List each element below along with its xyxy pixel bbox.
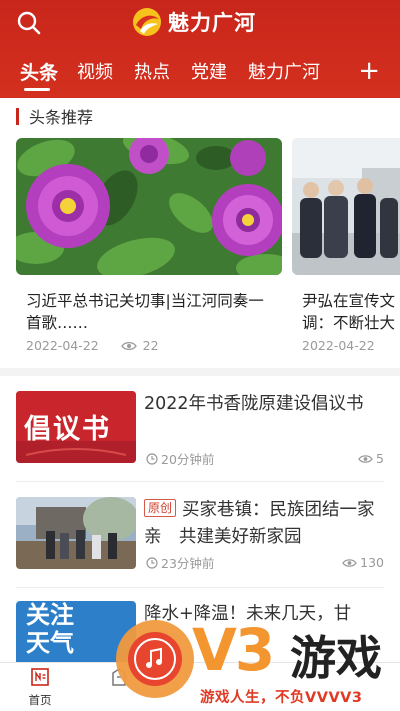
app-header: 魅力广河 头条 视频 热点 党建 魅力广河 + (0, 0, 400, 98)
section-accent-bar (16, 107, 19, 125)
carousel-card-meta: 2022-04-22 (302, 338, 375, 353)
tab-headlines[interactable]: 头条 (20, 58, 58, 85)
nav-home-label: 首页 (28, 693, 52, 707)
logo-icon (133, 8, 161, 36)
clock-icon (146, 556, 158, 569)
tab-hot[interactable]: 热点 (134, 58, 170, 84)
news-title-text: 买家巷镇：民族团结一家亲 共建美好新家园 (144, 500, 375, 547)
eye-icon (358, 454, 373, 463)
news-views: 5 (358, 451, 384, 466)
news-thumbnail (16, 497, 136, 569)
carousel-card-title: 尹弘在宣传文调：不断壮大 (302, 292, 396, 332)
news-meta: 23分钟前 130 (146, 553, 384, 572)
v3-watermark: V3 游戏 游戏人生，不负VVVV3 (112, 610, 400, 711)
carousel-image-visit (292, 138, 400, 275)
carousel-card-title: 习近平总书记关切事|当江河同奏一首歌…… (26, 292, 264, 332)
watermark-slogan: 游戏人生，不负VVVV3 (200, 690, 363, 706)
music-note-icon (134, 638, 176, 680)
list-separator (16, 587, 384, 588)
eye-icon (120, 341, 137, 350)
carousel-card[interactable]: 习近平总书记关切事|当江河同奏一首歌…… 2022-04-22 22 (16, 138, 282, 353)
nav-home[interactable]: 首页 (15, 667, 65, 708)
watermark-logo-inner (128, 632, 182, 686)
tab-charm-guanghe[interactable]: 魅力广河 (248, 58, 320, 84)
app-title: 魅力广河 (168, 11, 256, 35)
news-item[interactable]: 原创 买家巷镇：民族团结一家亲 共建美好新家园 23分钟前 130 (16, 497, 384, 571)
search-button[interactable] (14, 8, 44, 38)
watermark-brand-cn: 游戏 (290, 631, 382, 685)
thumbnail-caption: 倡议书 (24, 414, 111, 445)
clock-icon (146, 452, 158, 465)
news-meta: 20分钟前 5 (146, 449, 384, 468)
list-separator (16, 481, 384, 482)
section-divider (0, 368, 400, 376)
eye-icon (342, 558, 357, 567)
carousel-card[interactable]: 尹弘在宣传文调：不断壮大 2022-04-22 (292, 138, 400, 368)
section-title: 头条推荐 (29, 108, 94, 127)
news-time-value: 23分钟前 (161, 556, 215, 571)
news-time: 20分钟前 (146, 449, 214, 468)
publish-date: 2022-04-22 (302, 338, 375, 353)
tab-party[interactable]: 党建 (191, 58, 227, 84)
view-count-value: 22 (142, 338, 159, 353)
tab-video[interactable]: 视频 (77, 58, 113, 84)
active-tab-indicator (24, 88, 50, 91)
original-badge: 原创 (144, 499, 177, 517)
thumbnail-caption: 关注天气 (26, 601, 74, 657)
news-item[interactable]: 倡议书 2022年书香陇原建设倡议书 20分钟前 5 (16, 391, 384, 468)
section-header: 头条推荐 (16, 106, 94, 127)
add-channel-button[interactable]: + (358, 56, 380, 86)
app-logo: 魅力广河 (132, 6, 256, 38)
news-title: 2022年书香陇原建设倡议书 (144, 394, 364, 414)
publish-date: 2022-04-22 (26, 338, 99, 353)
news-views: 130 (342, 555, 384, 570)
news-title: 原创 买家巷镇：民族团结一家亲 共建美好新家园 (144, 497, 384, 551)
channel-tabs: 头条 视频 热点 党建 魅力广河 + (0, 56, 400, 92)
view-count: 22 (120, 338, 159, 353)
carousel-image-peony (16, 138, 282, 275)
news-time: 23分钟前 (146, 553, 214, 572)
home-icon (31, 668, 49, 686)
news-views-value: 130 (360, 555, 384, 570)
news-time-value: 20分钟前 (161, 452, 215, 467)
watermark-brand: V3 (192, 616, 275, 684)
search-icon (17, 11, 41, 35)
carousel-card-meta: 2022-04-22 22 (26, 338, 159, 353)
news-thumbnail: 倡议书 (16, 391, 136, 463)
news-views-value: 5 (376, 451, 384, 466)
